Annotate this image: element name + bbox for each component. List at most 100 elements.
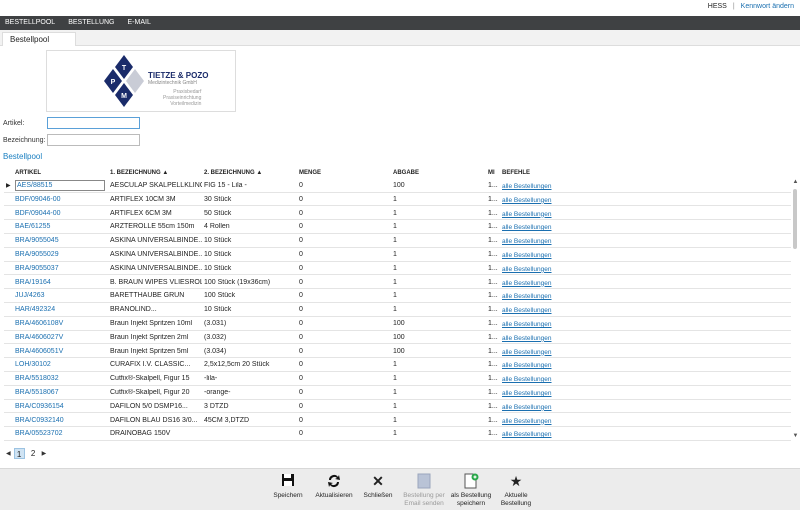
row-alle-bestellungen-link[interactable]: alle Bestellungen bbox=[502, 376, 592, 383]
scroll-down-icon[interactable]: ▼ bbox=[791, 433, 800, 441]
row-artikel-link[interactable]: BRA/4606051V bbox=[15, 348, 105, 355]
table-row[interactable]: BRA/5518032 Cutfix®-Skalpell, Figur 15 -li… bbox=[4, 372, 791, 386]
nav-email[interactable]: E-MAIL bbox=[123, 16, 159, 30]
table-row[interactable]: BRA/4606051V Braun Injekt Spritzen 5ml (3.… bbox=[4, 345, 791, 359]
row-alle-bestellungen-link[interactable]: alle Bestellungen bbox=[502, 349, 592, 356]
nav-bestellpool[interactable]: BESTELLPOOL bbox=[0, 16, 63, 30]
row-bezeichnung-1: BRANOLIND... bbox=[110, 306, 157, 314]
table-row[interactable]: BRA/9055037 ASKINA UNIVERSALBINDE... 10 St… bbox=[4, 262, 791, 276]
top-bar: HESS | Kennwort ändern bbox=[0, 0, 800, 16]
row-artikel-link[interactable]: BRA/19164 bbox=[15, 279, 105, 286]
row-artikel-link[interactable]: BRA/5518032 bbox=[15, 375, 105, 382]
tab-bestellpool[interactable]: Bestellpool bbox=[2, 32, 76, 46]
table-row[interactable]: LOH/30102 CURAFIX I.V. CLASSIC... 2,5x12,5… bbox=[4, 358, 791, 373]
row-artikel-link[interactable]: BRA/05523702 bbox=[15, 430, 105, 437]
row-alle-bestellungen-link[interactable]: alle Bestellungen bbox=[502, 307, 592, 314]
row-menge: 0 bbox=[299, 375, 303, 383]
grid-scrollbar[interactable]: ▲ ▼ bbox=[791, 179, 800, 441]
col-abgabe[interactable]: ABGABE bbox=[393, 170, 419, 176]
table-row[interactable]: BRA/19164 B. BRAUN WIPES VLIESROLLE100 St… bbox=[4, 276, 791, 290]
table-row[interactable]: BRA/05523702 DRAINOBAG 150V 0 1 1... alle Bes… bbox=[4, 427, 791, 441]
table-row[interactable]: BRA/9055045 ASKINA UNIVERSALBINDE... 10 St… bbox=[4, 234, 791, 248]
row-alle-bestellungen-link[interactable]: alle Bestellungen bbox=[502, 238, 592, 245]
row-menge: 0 bbox=[299, 251, 303, 258]
row-artikel-link[interactable]: LOH/30102 bbox=[15, 361, 105, 368]
row-bezeichnung-2: 100 Stück (19x36cm) bbox=[204, 278, 271, 286]
bestellpool-grid: ARTIKEL 1. BEZEICHNUNG ▲ 2. BEZEICHNUNG … bbox=[4, 168, 800, 442]
row-alle-bestellungen-link[interactable]: alle Bestellungen bbox=[502, 266, 592, 273]
pager-prev-icon[interactable]: ◀ bbox=[6, 450, 11, 457]
table-row[interactable]: BDF/09046-00 ARTIFLEX 10CM 3M 30 Stück 0 1 1.… bbox=[4, 193, 791, 207]
row-artikel-link[interactable]: BDF/09044-00 bbox=[15, 210, 105, 217]
row-artikel-link[interactable]: BRA/9055045 bbox=[15, 237, 105, 244]
bezeichnung-input[interactable] bbox=[47, 134, 140, 146]
row-menge: 0 bbox=[299, 264, 303, 272]
change-password-link[interactable]: Kennwort ändern bbox=[741, 3, 794, 10]
row-alle-bestellungen-link[interactable]: alle Bestellungen bbox=[502, 335, 592, 342]
table-row[interactable]: JUJ/4263 BARETTHAUBE GRÜN 100 Stück 0 1 1... a… bbox=[4, 289, 791, 304]
row-alle-bestellungen-link[interactable]: alle Bestellungen bbox=[502, 183, 592, 190]
logo-letter-m: M bbox=[121, 93, 127, 100]
aktuelle-bestellung-button[interactable]: ★ Aktuelle Bestellung bbox=[496, 473, 536, 508]
row-artikel-link[interactable]: BAE/61255 bbox=[15, 223, 105, 230]
col-bezeichnung-1[interactable]: 1. BEZEICHNUNG ▲ bbox=[110, 170, 168, 176]
row-alle-bestellungen-link[interactable]: alle Bestellungen bbox=[502, 404, 592, 411]
col-befehle[interactable]: BEFEHLE bbox=[502, 170, 530, 176]
row-abgabe: 1 bbox=[393, 375, 397, 383]
schliessen-button[interactable]: ✕ Schließen bbox=[362, 473, 394, 500]
row-alle-bestellungen-link[interactable]: alle Bestellungen bbox=[502, 197, 592, 204]
row-alle-bestellungen-link[interactable]: alle Bestellungen bbox=[502, 362, 592, 369]
row-menge: 0 bbox=[299, 306, 303, 314]
row-alle-bestellungen-link[interactable]: alle Bestellungen bbox=[502, 293, 592, 300]
col-menge[interactable]: MENGE bbox=[299, 170, 321, 176]
row-bezeichnung-2: -lila- bbox=[204, 375, 218, 383]
row-artikel-link[interactable]: JUJ/4263 bbox=[15, 292, 105, 299]
table-row[interactable]: BRA/5518067 Cutfix®-Skalpell, Figur 20 -or… bbox=[4, 386, 791, 400]
row-artikel-link[interactable]: BRA/4606108V bbox=[15, 320, 105, 327]
scroll-up-icon[interactable]: ▲ bbox=[791, 179, 800, 187]
row-artikel-link[interactable]: BRA/9055029 bbox=[15, 251, 105, 258]
row-artikel-link[interactable]: BDF/09046-00 bbox=[15, 196, 105, 203]
row-artikel-link[interactable]: HAR/492324 bbox=[15, 306, 105, 313]
aktualisieren-button[interactable]: Aktualisieren bbox=[312, 473, 356, 500]
pager-page-1[interactable]: 1 bbox=[13, 447, 25, 459]
row-artikel-link[interactable]: BRA/9055037 bbox=[15, 265, 105, 272]
row-alle-bestellungen-link[interactable]: alle Bestellungen bbox=[502, 321, 592, 328]
email-senden-button[interactable]: Bestellung per Email senden bbox=[400, 473, 448, 508]
pager-next-icon[interactable]: ▶ bbox=[42, 450, 47, 457]
table-row[interactable]: BAE/61255 ÄRZTEROLLE 55cm 150m 4 Rollen 0 1 1… bbox=[4, 220, 791, 235]
row-alle-bestellungen-link[interactable]: alle Bestellungen bbox=[502, 280, 592, 287]
pager-page-2[interactable]: 2 bbox=[28, 448, 39, 459]
table-row[interactable]: BRA/4606108V Braun Injekt Spritzen 10ml (3… bbox=[4, 317, 791, 331]
row-alle-bestellungen-link[interactable]: alle Bestellungen bbox=[502, 252, 592, 259]
row-alle-bestellungen-link[interactable]: alle Bestellungen bbox=[502, 211, 592, 218]
col-mi[interactable]: MI bbox=[488, 170, 495, 176]
row-alle-bestellungen-link[interactable]: alle Bestellungen bbox=[502, 224, 592, 231]
row-artikel-link[interactable]: BRA/C0932140 bbox=[15, 417, 105, 424]
row-artikel-link[interactable]: BRA/C0936154 bbox=[15, 403, 105, 410]
table-row[interactable]: BDF/09044-00 ARTIFLEX 6CM 3M 50 Stück 0 1 1..… bbox=[4, 207, 791, 221]
col-artikel[interactable]: ARTIKEL bbox=[15, 170, 41, 176]
als-bestellung-speichern-button[interactable]: als Bestellung speichern bbox=[448, 473, 494, 508]
col-bezeichnung-2[interactable]: 2. BEZEICHNUNG ▲ bbox=[204, 170, 262, 176]
table-row[interactable]: ▶ AES/88515 AESCULAP SKALPELLKLINGE FIG 15 … bbox=[4, 179, 791, 193]
artikel-input[interactable] bbox=[47, 117, 140, 129]
als-bestellung-label-1: als Bestellung bbox=[450, 492, 492, 499]
table-row[interactable]: BRA/C0932140 DAFILON BLAU DS16 3/0... 45CM… bbox=[4, 414, 791, 428]
row-artikel-link[interactable]: AES/88515 bbox=[15, 180, 105, 191]
table-row[interactable]: BRA/C0936154 DAFILON 5/0 DSMP16... 3 DTZD 0… bbox=[4, 400, 791, 414]
scroll-thumb[interactable] bbox=[793, 189, 797, 249]
table-row[interactable]: BRA/9055029 ASKINA UNIVERSALBINDE... 10 St… bbox=[4, 248, 791, 262]
user-box: HESS | Kennwort ändern bbox=[708, 3, 794, 10]
table-row[interactable]: HAR/492324 BRANOLIND... 10 Stück 0 1 1... alle… bbox=[4, 303, 791, 317]
row-alle-bestellungen-link[interactable]: alle Bestellungen bbox=[502, 431, 592, 438]
row-menge: 0 bbox=[299, 416, 303, 424]
row-alle-bestellungen-link[interactable]: alle Bestellungen bbox=[502, 418, 592, 425]
row-artikel-link[interactable]: BRA/4606027V bbox=[15, 334, 105, 341]
speichern-button[interactable]: Speichern bbox=[270, 473, 306, 500]
row-alle-bestellungen-link[interactable]: alle Bestellungen bbox=[502, 390, 592, 397]
row-artikel-link[interactable]: BRA/5518067 bbox=[15, 389, 105, 396]
nav-bestellung[interactable]: BESTELLUNG bbox=[63, 16, 122, 30]
table-row[interactable]: BRA/4606027V Braun Injekt Spritzen 2ml (3.… bbox=[4, 331, 791, 345]
aktuelle-label-1: Aktuelle bbox=[504, 492, 528, 499]
